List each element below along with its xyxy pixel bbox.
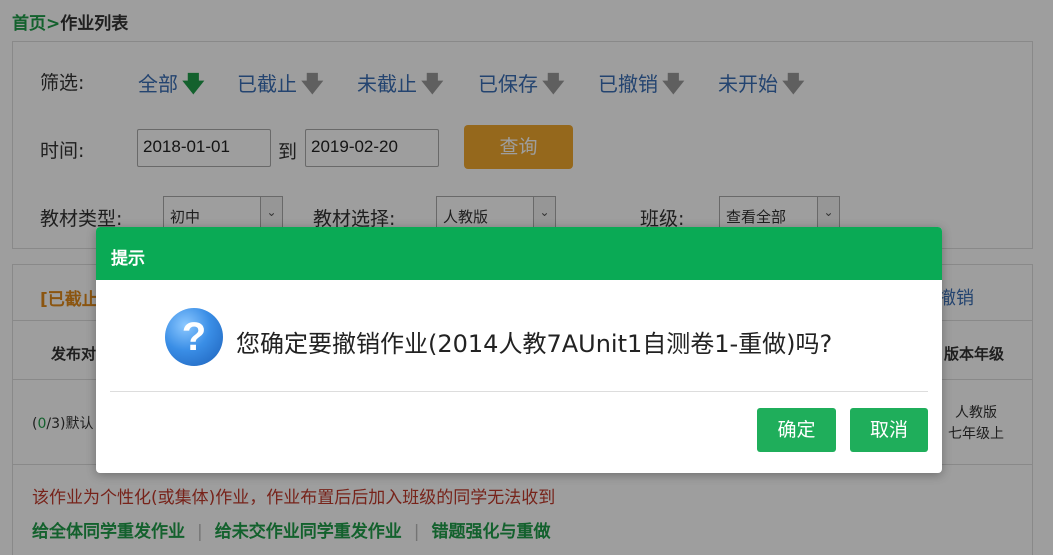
dialog-footer: 确定 取消: [96, 392, 942, 472]
confirm-dialog: 提示 ? 您确定要撤销作业(2014人教7AUnit1自测卷1-重做)吗? 确定…: [96, 227, 942, 473]
cancel-button[interactable]: 取消: [850, 408, 928, 452]
dialog-body: ? 您确定要撤销作业(2014人教7AUnit1自测卷1-重做)吗?: [110, 280, 928, 392]
confirm-button[interactable]: 确定: [757, 408, 836, 452]
dialog-title: 提示: [96, 227, 942, 280]
question-icon: ?: [165, 308, 223, 366]
dialog-message: 您确定要撤销作业(2014人教7AUnit1自测卷1-重做)吗?: [236, 330, 833, 358]
